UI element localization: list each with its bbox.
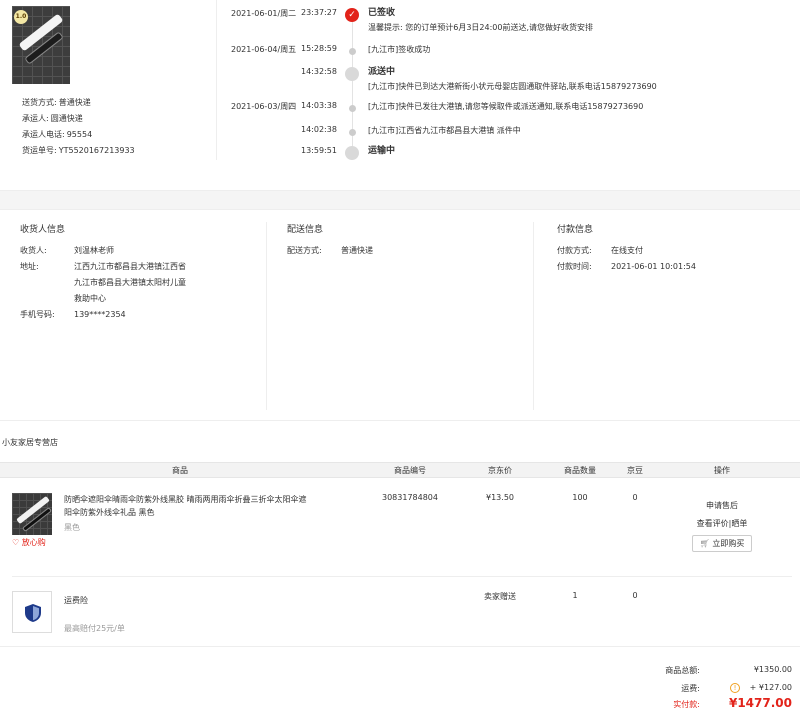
shop-name[interactable]: 小友家居专营店 [2, 437, 58, 448]
circle-icon [345, 146, 359, 160]
col-sku: 商品编号 [394, 466, 426, 475]
timeline-status: 运输中 [368, 146, 396, 156]
divider [533, 222, 534, 410]
payment-heading: 付款信息 [557, 225, 594, 235]
timeline-time: 23:37:27 [301, 8, 337, 17]
product-sku: 30831784804 [382, 493, 438, 502]
goods-total-label: 商品总额: [665, 666, 700, 675]
receiver-info: 收货人信息 收货人: 刘温林老师 地址: 江西九江市都昌县大港镇江西省 九江市都昌县… [20, 210, 260, 420]
product-color: 黑色 [64, 523, 80, 532]
timeline-entry: 13:59:51 运输中 [0, 146, 800, 160]
timeline-text: [九江市]签收成功 [368, 45, 431, 54]
delivery-heading: 配送信息 [287, 225, 324, 235]
badge-label: 放心购 [21, 538, 46, 547]
payment-method: 在线支付 [611, 246, 643, 255]
timeline-time: 14:03:38 [301, 101, 337, 110]
timeline-time: 13:59:51 [301, 146, 337, 155]
product-price: ¥13.50 [486, 493, 514, 502]
address-line: 江西九江市都昌县大港镇江西省 [74, 262, 186, 271]
receiver-name-label: 收货人: [20, 246, 47, 255]
shield-icon [25, 604, 41, 622]
delivery-info: 配送信息 配送方式: 普通快递 [287, 210, 527, 420]
shop-header: 小友家居专营店 [0, 420, 800, 462]
cart-icon: 🛒︎ [699, 539, 710, 548]
insurance-name: 运费险 [64, 596, 88, 605]
buy-again-button[interactable]: 🛒︎ 立即购买 [692, 535, 752, 552]
dot-icon [349, 105, 356, 112]
payment-time: 2021-06-01 10:01:54 [611, 262, 696, 271]
insurance-note: 最高赔付25元/单 [64, 624, 125, 633]
heart-icon: ♡ [12, 538, 20, 547]
timeline-time: 14:32:58 [301, 67, 337, 76]
divider [266, 222, 267, 410]
timeline-text: 温馨提示: 您的订单预计6月3日24:00前送达,请您做好收货安排 [368, 23, 594, 32]
freight-label: 运费: [681, 684, 700, 693]
timeline-entry: 2021-06-01/周二 23:37:27 ✓ 已签收 温馨提示: 您的订单预… [0, 8, 800, 32]
freight-value: + ¥127.00 [749, 683, 792, 692]
circle-icon [345, 67, 359, 81]
address-label: 地址: [20, 262, 39, 271]
timeline-date: 2021-06-04/周五 [231, 45, 297, 54]
paid-label: 实付款: [673, 700, 700, 709]
payment-method-label: 付款方式: [557, 246, 592, 255]
timeline-text: [九江市]江西省九江市都昌县大港镇 派件中 [368, 126, 521, 135]
delivery-method: 普通快递 [341, 246, 373, 255]
product-title[interactable]: 防晒伞遮阳伞晴雨伞防紫外线黑胶 晴雨两用雨伞折叠三折伞太阳伞遮阳伞防紫外线伞礼品… [64, 493, 312, 519]
info-icon[interactable]: ! [730, 683, 740, 693]
col-beans: 京豆 [627, 466, 643, 475]
timeline-status: 派送中 [368, 67, 396, 77]
timeline-entry: 14:32:58 派送中 [九江市]快件已到达大港新街小状元母婴店圆通取件驿站,… [0, 67, 800, 91]
timeline-status: 已签收 [368, 8, 396, 18]
aftersale-link[interactable]: 申请售后 [680, 500, 764, 511]
goods-total-value: ¥1350.00 [753, 665, 792, 674]
timeline-entry: 14:02:38 [九江市]江西省九江市都昌县大港镇 派件中 [0, 125, 800, 145]
product-image[interactable] [12, 493, 52, 535]
delivery-method-label: 配送方式: [287, 246, 322, 255]
timeline-entry: 2021-06-04/周五 15:28:59 [九江市]签收成功 [0, 44, 800, 64]
product-qty: 100 [572, 493, 588, 502]
address-line: 九江市都昌县大港镇太阳村儿童 [74, 278, 186, 287]
trust-badge: ♡ 放心购 [12, 537, 46, 548]
section-gap [0, 190, 800, 210]
timeline-entry: 2021-06-03/周四 14:03:38 [九江市]快件已发往大港镇,请您等… [0, 101, 800, 121]
insurance-image [12, 591, 52, 633]
divider [0, 646, 800, 647]
review-link[interactable]: 查看评价|晒单 [680, 518, 764, 529]
receiver-heading: 收货人信息 [20, 225, 66, 235]
col-ops: 操作 [714, 466, 730, 475]
phone-label: 手机号码: [20, 310, 55, 319]
timeline-text: [九江市]快件已发往大港镇,请您等候取件或派送通知,联系电话1587927369… [368, 102, 644, 111]
timeline-time: 15:28:59 [301, 44, 337, 53]
insurance-qty: 1 [572, 591, 578, 600]
product-beans: 0 [632, 493, 638, 502]
check-icon: ✓ [345, 8, 359, 22]
timeline-date: 2021-06-03/周四 [231, 102, 297, 111]
col-qty: 商品数量 [564, 466, 596, 475]
receiver-name: 刘温林老师 [74, 246, 114, 255]
buy-again-label: 立即购买 [712, 539, 745, 548]
paid-row: 实付款: ¥1477.00 [560, 696, 792, 715]
insurance-price: 卖家赠送 [484, 592, 516, 601]
col-product: 商品 [172, 466, 188, 475]
address-line: 救助中心 [74, 294, 106, 303]
divider [12, 576, 792, 577]
col-price: 京东价 [488, 466, 512, 475]
dot-icon [349, 48, 356, 55]
insurance-beans: 0 [632, 591, 638, 600]
phone-value: 139****2354 [74, 310, 126, 319]
paid-value: ¥1477.00 [728, 696, 792, 710]
timeline-text: [九江市]快件已到达大港新街小状元母婴店圆通取件驿站,联系电话158792736… [368, 82, 657, 91]
payment-info: 付款信息 付款方式: 在线支付 付款时间: 2021-06-01 10:01:54 [557, 210, 797, 420]
table-header: 商品 商品编号 京东价 商品数量 京豆 操作 [0, 462, 800, 478]
tracking-section: 1.0 送货方式: 普通快递 承运人: 圆通快递 承运人电话: 95554 货运单号:… [0, 0, 800, 160]
timeline-time: 14:02:38 [301, 125, 337, 134]
payment-time-label: 付款时间: [557, 262, 592, 271]
timeline-date: 2021-06-01/周二 [231, 9, 297, 18]
goods-total-row: 商品总额: ¥1350.00 [560, 665, 792, 681]
dot-icon [349, 129, 356, 136]
